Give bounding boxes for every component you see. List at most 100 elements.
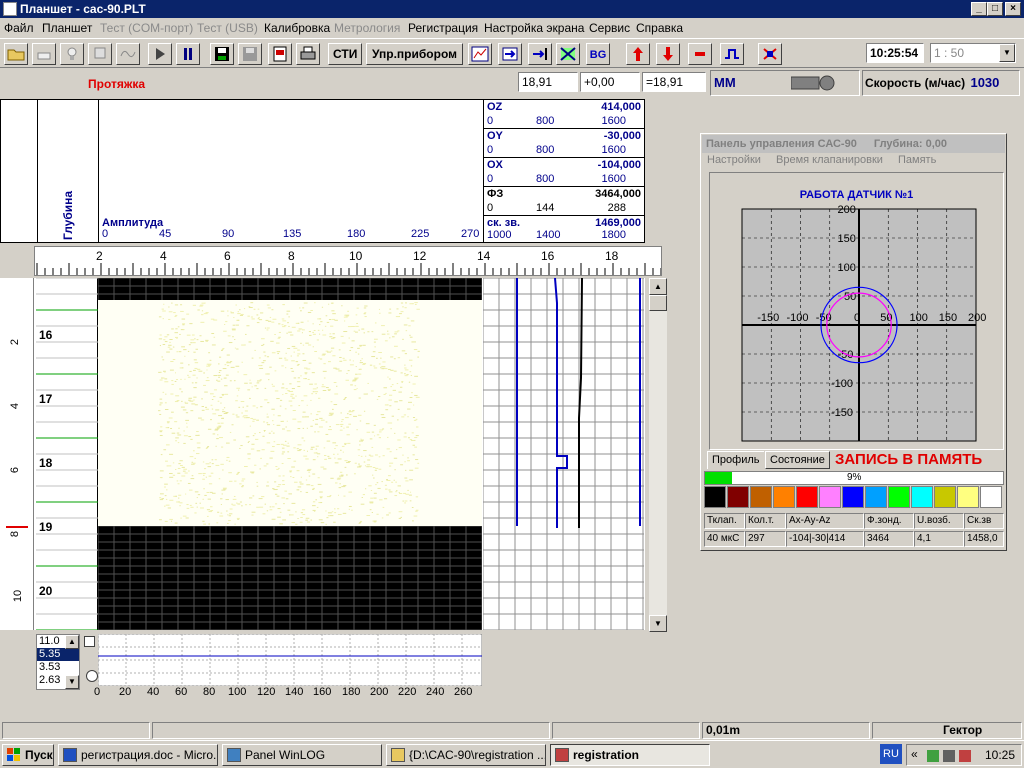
status-type: Гектор — [872, 722, 1022, 739]
channel-min: 0 — [487, 202, 494, 214]
task-panel-winlog[interactable]: Panel WinLOG — [222, 744, 382, 766]
tray-expand-icon[interactable]: « — [911, 747, 918, 761]
disconnect-icon[interactable] — [758, 43, 782, 65]
mini-tick: 140 — [285, 686, 304, 698]
grid-cross-icon[interactable] — [556, 43, 580, 65]
palette-swatch[interactable] — [888, 486, 910, 508]
bulb-icon[interactable] — [60, 43, 84, 65]
mini-tick: 260 — [454, 686, 473, 698]
align-right-icon[interactable] — [528, 43, 552, 65]
arrow-down-icon[interactable] — [656, 43, 680, 65]
menu-registration[interactable]: Регистрация — [408, 18, 478, 38]
palette-swatch[interactable] — [911, 486, 933, 508]
maximize-button[interactable]: □ — [987, 2, 1003, 16]
mini-tick: 60 — [175, 686, 188, 698]
palette-swatch[interactable] — [957, 486, 979, 508]
menu-help[interactable]: Справка — [636, 18, 683, 38]
palette-swatch[interactable] — [980, 486, 1002, 508]
wave-icon[interactable] — [116, 43, 140, 65]
palette-swatch[interactable] — [727, 486, 749, 508]
task-registration[interactable]: registration — [550, 744, 710, 766]
device-control-button[interactable]: Упр.прибором — [366, 43, 463, 65]
tray-icons[interactable] — [927, 748, 979, 764]
blank-button-icon[interactable] — [32, 43, 56, 65]
plot-scrollbar[interactable]: ▲ ▼ — [649, 278, 667, 632]
list-up-icon[interactable]: ▲ — [65, 635, 79, 649]
cp-menu-memory[interactable]: Память — [898, 154, 936, 166]
report-icon[interactable] — [268, 43, 292, 65]
menu-service[interactable]: Сервис — [589, 18, 630, 38]
scroll-thumb[interactable] — [649, 295, 667, 311]
chart-icon[interactable] — [468, 43, 492, 65]
arrow-up-icon[interactable] — [626, 43, 650, 65]
start-label: Пуск — [25, 748, 53, 762]
minimize-button[interactable]: _ — [971, 2, 987, 16]
palette-swatch[interactable] — [750, 486, 772, 508]
option-radio[interactable] — [86, 670, 98, 682]
palette-swatch[interactable] — [773, 486, 795, 508]
cp-menu-valve-time[interactable]: Время клапанировки — [776, 154, 883, 166]
control-panel-title: Панель управления САС-90 — [706, 138, 857, 150]
value-list[interactable]: 11.0 5.35 3.53 2.63 ▲ ▼ — [36, 634, 80, 690]
windows-logo-icon — [7, 748, 21, 762]
signal-icon[interactable] — [720, 43, 744, 65]
value-field-1[interactable]: 18,91 — [518, 72, 578, 92]
cp-menu-settings[interactable]: Настройки — [707, 154, 761, 166]
col-header: Ax-Ay-Az — [786, 513, 864, 529]
list-down-icon[interactable]: ▼ — [65, 675, 79, 689]
open-folder-icon[interactable] — [4, 43, 28, 65]
title-bar: Планшет - cac-90.PLT _ □ × — [0, 0, 1024, 18]
stop-icon[interactable] — [688, 43, 712, 65]
palette-swatch[interactable] — [796, 486, 818, 508]
menu-metrology[interactable]: Метрология — [334, 18, 400, 38]
language-indicator[interactable]: RU — [880, 744, 902, 764]
tab-state[interactable]: Состояние — [765, 451, 830, 469]
scale-select[interactable]: 1 : 50 ▼ — [930, 43, 1016, 63]
pause-icon[interactable] — [176, 43, 200, 65]
record-to-memory-label: ЗАПИСЬ В ПАМЯТЬ — [835, 451, 983, 468]
play-icon[interactable] — [148, 43, 172, 65]
bg-text-icon[interactable]: BG — [586, 43, 610, 65]
palette-swatch[interactable] — [704, 486, 726, 508]
menu-file[interactable]: Файл — [4, 18, 34, 38]
value-field-3[interactable]: =18,91 — [642, 72, 706, 92]
save-icon[interactable] — [210, 43, 234, 65]
x-tick-label: -100 — [787, 312, 809, 324]
scroll-up-icon[interactable]: ▲ — [649, 278, 667, 295]
toggle-switch-icon[interactable] — [791, 75, 839, 91]
list-item[interactable]: 3.53 — [37, 661, 79, 674]
channel-mid: 800 — [536, 144, 555, 156]
start-button[interactable]: Пуск — [2, 744, 54, 766]
scan-image-track — [98, 278, 482, 630]
task-folder[interactable]: {D:\CAC-90\registration ... — [386, 744, 546, 766]
channel-min: 1000 — [487, 229, 512, 241]
task-word-doc[interactable]: регистрация.doc - Micro... — [58, 744, 218, 766]
x-tick-label: 200 — [968, 312, 986, 324]
list-item-selected[interactable]: 5.35 — [37, 648, 79, 661]
menu-test-usb[interactable]: Тест (USB) — [197, 18, 258, 38]
palette-swatch[interactable] — [842, 486, 864, 508]
device-test-icon[interactable] — [88, 43, 112, 65]
save-disabled-icon[interactable] — [238, 43, 262, 65]
value-field-2[interactable]: +0,00 — [580, 72, 640, 92]
sti-button[interactable]: СТИ — [328, 43, 362, 65]
palette-swatch[interactable] — [865, 486, 887, 508]
chevron-down-icon[interactable]: ▼ — [999, 44, 1015, 62]
menu-screen-setup[interactable]: Настройка экрана — [484, 18, 584, 38]
menu-calibration[interactable]: Калибровка — [264, 18, 330, 38]
channel-fz: ФЗ 3464,000 0 144 288 — [484, 187, 644, 216]
printer-icon[interactable] — [296, 43, 320, 65]
palette-swatch[interactable] — [819, 486, 841, 508]
menu-tablet[interactable]: Планшет — [42, 18, 92, 38]
cell-probe-phase: 3464 — [864, 531, 914, 547]
palette-swatch[interactable] — [934, 486, 956, 508]
export-icon[interactable] — [498, 43, 522, 65]
option-checkbox[interactable] — [84, 636, 95, 647]
menu-test-com[interactable]: Тест (COM-порт) — [100, 18, 193, 38]
scroll-down-icon[interactable]: ▼ — [649, 615, 667, 632]
tab-profile[interactable]: Профиль — [707, 451, 764, 469]
close-button[interactable]: × — [1005, 2, 1021, 16]
mini-signal-plot — [98, 634, 482, 686]
cell-valve-time: 40 мкС — [704, 531, 745, 547]
channel-min: 0 — [487, 144, 494, 156]
